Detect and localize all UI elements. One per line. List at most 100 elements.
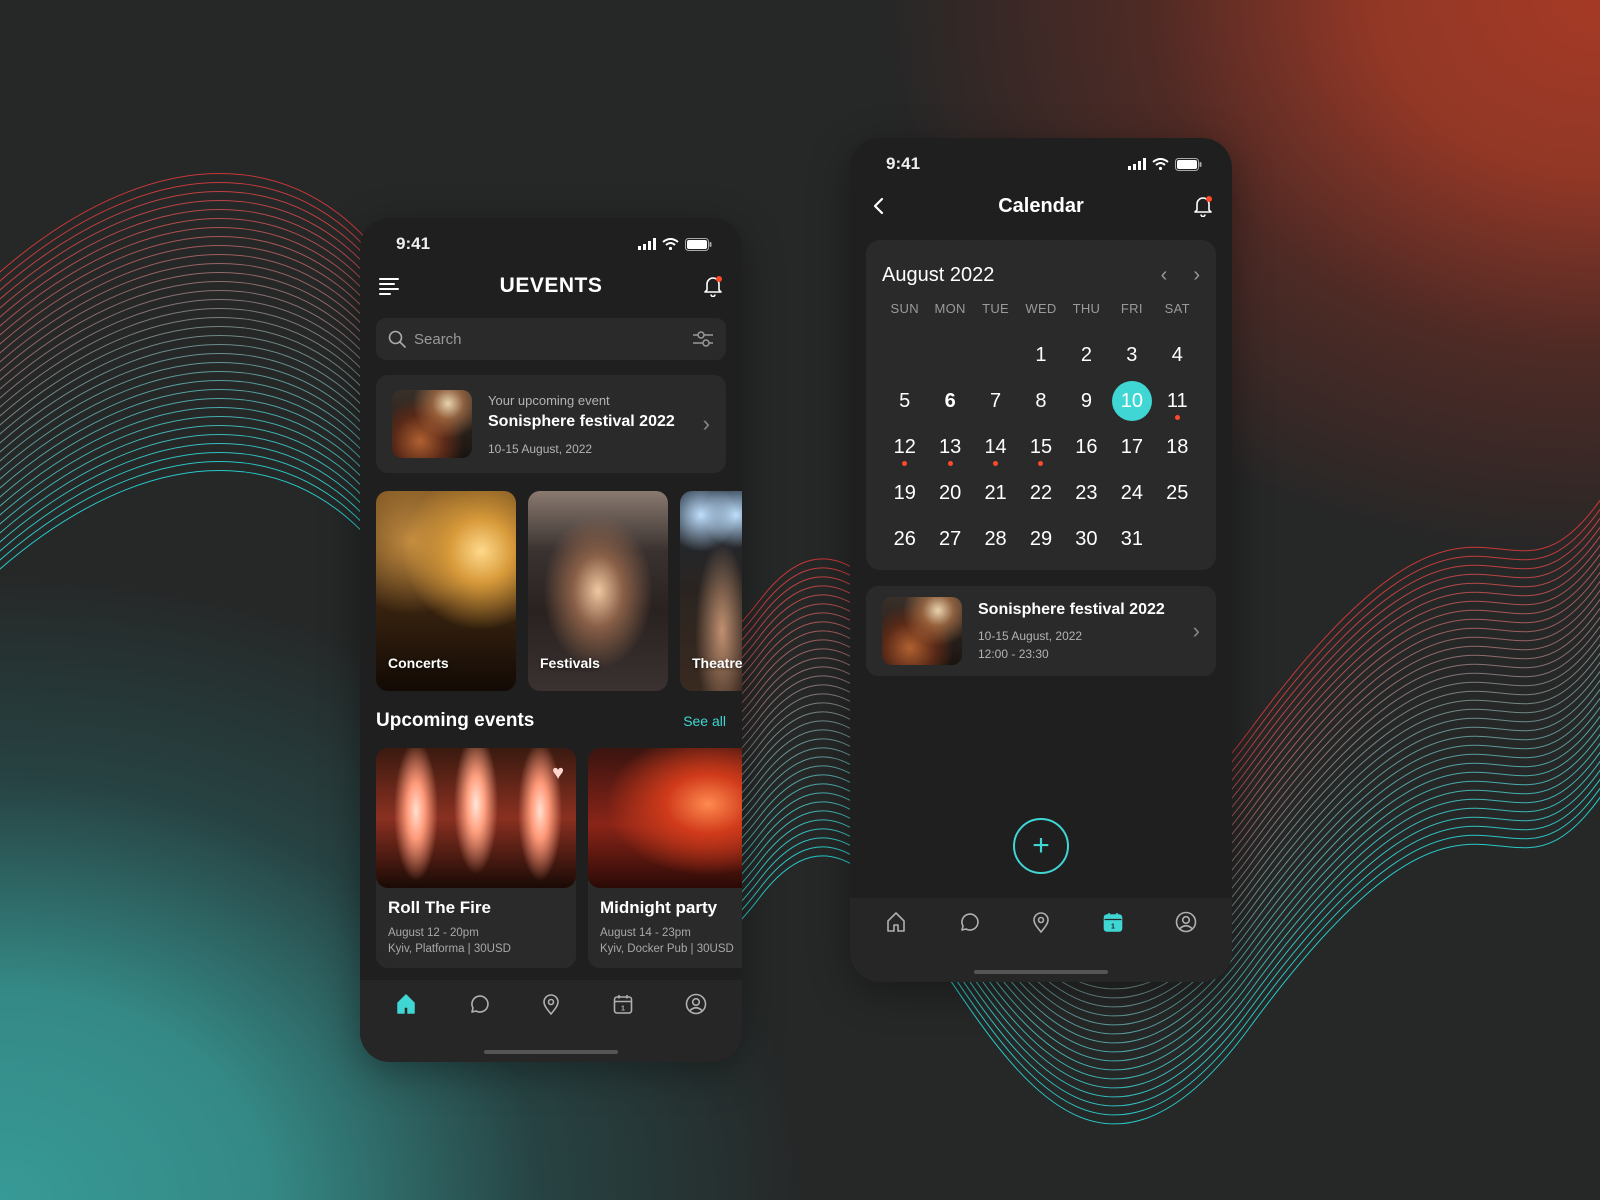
event-card[interactable]: ♥ Roll The Fire August 12 - 20pm Kyiv, P… [376,748,576,968]
tab-home[interactable] [876,898,916,946]
notifications-button[interactable] [700,273,726,299]
event-image [882,597,962,665]
day-cell[interactable]: 15 [1018,424,1063,470]
day-number: 5 [899,389,911,412]
search-bar[interactable] [376,318,726,360]
day-cell[interactable]: 20 [927,470,972,516]
day-cell[interactable]: 4 [1155,332,1200,378]
event-dot-indicator [1038,461,1044,466]
filter-sliders-icon[interactable] [692,329,714,349]
notifications-button[interactable] [1190,193,1216,219]
day-cell[interactable]: 17 [1109,424,1154,470]
day-cell[interactable]: 16 [1064,424,1109,470]
upcoming-event-label: Your upcoming event [488,392,610,408]
day-cell[interactable]: 14 [973,424,1018,470]
day-cell[interactable]: 21 [973,470,1018,516]
day-cell[interactable]: 9 [1064,378,1109,424]
day-cell[interactable]: 27 [927,516,972,562]
day-cell[interactable]: 3 [1109,332,1154,378]
tab-calendar[interactable]: 1 [1093,898,1133,946]
day-number: 22 [1029,481,1053,504]
day-cell[interactable]: 23 [1064,470,1109,516]
back-button[interactable] [866,193,892,219]
day-cell[interactable]: 5 [882,378,927,424]
tab-home[interactable] [386,980,426,1028]
profile-icon [1175,911,1197,933]
wave-line [0,398,1600,1053]
status-bar: 9:41 [396,234,712,254]
upcoming-events-header: Upcoming events See all [376,710,726,732]
see-all-link[interactable]: See all [683,713,726,729]
heart-icon[interactable]: ♥ [552,762,564,785]
day-cell[interactable]: 28 [973,516,1018,562]
category-festivals[interactable]: Festivals [528,491,668,691]
day-number: 18 [1166,435,1189,458]
tab-profile[interactable] [1166,898,1206,946]
tab-calendar[interactable]: 1 [603,980,643,1028]
day-cell[interactable]: 1 [1018,332,1063,378]
next-month-button[interactable]: › [1193,264,1200,287]
day-cell[interactable]: 12 [882,424,927,470]
day-number: 27 [939,527,962,550]
battery-icon [1175,157,1202,171]
wave-line [0,407,1600,1062]
bell-icon [1194,196,1212,217]
category-label: Festivals [540,655,600,671]
day-cell[interactable]: 19 [882,470,927,516]
day-number: 12 [893,435,916,458]
day-cell[interactable]: 11 [1155,378,1200,424]
tab-chat[interactable] [459,980,499,1028]
upcoming-event-card[interactable]: Your upcoming event Sonisphere festival … [376,375,726,473]
day-cell[interactable]: 18 [1155,424,1200,470]
event-image [376,748,576,888]
battery-icon [685,237,712,251]
wave-line [0,389,1600,1044]
day-cell[interactable]: 29 [1018,516,1063,562]
day-cell[interactable]: 24 [1109,470,1154,516]
tab-location[interactable] [1021,898,1061,946]
day-cell[interactable]: 7 [973,378,1018,424]
day-number: 25 [1166,481,1189,504]
day-number: 3 [1126,343,1138,366]
day-cell[interactable]: 25 [1155,470,1200,516]
day-number: 7 [990,389,1002,412]
category-carousel: Concerts Festivals Theatre [376,491,742,691]
category-theatre[interactable]: Theatre [680,491,742,691]
page-title: Calendar [998,194,1084,217]
day-cell[interactable]: 26 [882,516,927,562]
month-label: August 2022 [882,264,995,286]
add-event-button[interactable]: + [1013,818,1069,874]
profile-icon [685,993,707,1015]
category-concerts[interactable]: Concerts [376,491,516,691]
category-label: Theatre [692,655,742,671]
event-location: Kyiv, Docker Pub | 30USD [600,943,734,955]
day-cell-selected[interactable]: 10 [1109,378,1154,424]
tab-chat[interactable] [949,898,989,946]
chevron-right-icon: › [1192,618,1200,643]
calendar-icon: 1 [1104,913,1123,932]
day-number: 4 [1171,343,1183,366]
prev-month-button[interactable]: ‹ [1161,264,1168,287]
calendar-event-card[interactable]: Sonisphere festival 2022 10-15 August, 2… [866,586,1216,676]
day-cell[interactable]: 13 [927,424,972,470]
day-cell[interactable]: 22 [1018,470,1063,516]
day-cell[interactable]: 6 [927,378,972,424]
day-cell[interactable]: 2 [1064,332,1109,378]
menu-button[interactable] [376,273,402,299]
chat-icon [960,913,979,931]
wave-line [0,353,1600,1008]
event-title: Roll The Fire [388,898,491,917]
chevron-right-icon: › [702,411,710,436]
day-number: 8 [1035,389,1047,412]
tab-profile[interactable] [676,980,716,1028]
event-card[interactable]: Midnight party August 14 - 23pm Kyiv, Do… [588,748,742,968]
day-cell[interactable]: 30 [1064,516,1109,562]
search-input[interactable] [414,330,692,348]
event-dot-indicator [993,461,999,466]
day-cell[interactable]: 8 [1018,378,1063,424]
home-indicator [484,1050,618,1054]
day-cell[interactable]: 31 [1109,516,1154,562]
tab-location[interactable] [531,980,571,1028]
background-wave-lines [0,173,1600,1125]
day-number: 15 [1029,435,1053,458]
